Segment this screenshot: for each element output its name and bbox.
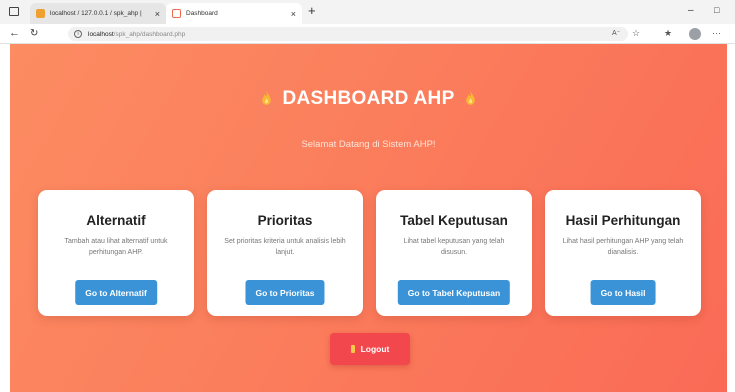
tab-title: Dashboard [186,10,218,17]
card-tabel-keputusan: Tabel Keputusan Lihat tabel keputusan ya… [376,190,532,316]
door-icon [350,345,355,353]
tab-title: localhost / 127.0.0.1 / spk_ahp | [50,10,142,17]
browser-tab-phpmyadmin[interactable]: localhost / 127.0.0.1 / spk_ahp | × [30,3,166,24]
restore-button[interactable]: □ [714,5,719,15]
go-to-prioritas-button[interactable]: Go to Prioritas [245,280,325,305]
page-title: DASHBOARD AHP [282,88,455,109]
url-host: localhost [88,30,114,38]
logout-label: Logout [360,344,390,354]
url-path: /spk_ahp/dashboard.php [113,30,186,38]
profile-avatar-icon[interactable] [689,28,701,40]
phpmyadmin-favicon [36,9,45,18]
browser-tab-bar: localhost / 127.0.0.1 / spk_ahp | × Dash… [0,0,735,24]
back-arrow-icon[interactable]: ← [9,28,20,39]
logout-button[interactable]: Logout [330,333,410,365]
more-menu-icon[interactable]: ··· [712,28,721,39]
card-description: Lihat tabel keputusan yang telah disusun… [403,238,505,256]
address-bar-row: ← ↻ i localhost/spk_ahp/dashboard.php A⁻… [0,24,735,44]
close-tab-icon[interactable]: × [291,9,296,19]
new-tab-button[interactable]: + [308,3,316,18]
card-alternatif: Alternatif Tambah atau lihat alternatif … [38,190,194,316]
refresh-icon[interactable]: ↻ [30,28,38,39]
info-icon[interactable]: i [74,30,82,38]
close-tab-icon[interactable]: × [155,9,160,19]
go-to-hasil-button[interactable]: Go to Hasil [590,280,656,305]
page-margin-right [727,44,735,392]
page-margin-left [0,44,10,392]
window-icon[interactable] [9,7,19,16]
go-to-tabel-keputusan-button[interactable]: Go to Tabel Keputusan [397,280,511,305]
flame-icon [262,91,272,105]
card-description: Set prioritas kriteria untuk analisis le… [224,238,346,256]
card-title: Alternatif [86,213,146,228]
address-bar[interactable]: i localhost/spk_ahp/dashboard.php [68,27,628,41]
welcome-subtitle: Selamat Datang di Sistem AHP! [301,139,436,150]
page-title-row: DASHBOARD AHP [10,88,727,110]
dashboard-favicon [172,9,181,18]
go-to-alternatif-button[interactable]: Go to Alternatif [75,280,157,305]
minimize-button[interactable]: – [688,5,694,16]
card-title: Prioritas [257,213,313,228]
card-description: Tambah atau lihat alternatif untuk perhi… [64,238,168,256]
flame-icon [465,91,475,105]
read-aloud-icon[interactable]: A⁻ [612,28,620,39]
card-prioritas: Prioritas Set prioritas kriteria untuk a… [207,190,363,316]
card-title: Hasil Perhitungan [565,213,681,228]
star-icon[interactable]: ☆ [632,28,640,39]
favorites-icon[interactable]: ★ [664,28,672,39]
card-title: Tabel Keputusan [400,213,508,228]
card-hasil-perhitungan: Hasil Perhitungan Lihat hasil perhitunga… [545,190,701,316]
card-description: Lihat hasil perhitungan AHP yang telah d… [562,238,684,256]
browser-tab-dashboard[interactable]: Dashboard × [166,3,302,24]
